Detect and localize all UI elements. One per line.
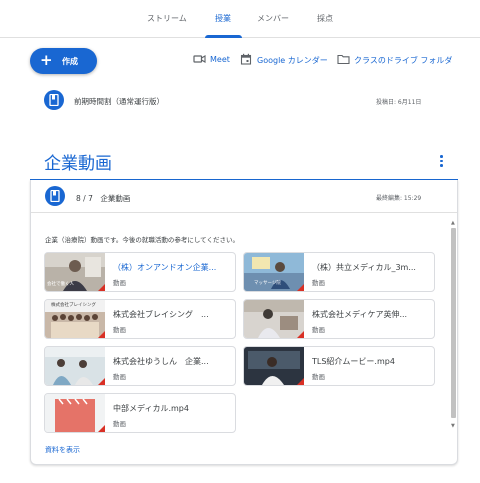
attachment-name: TLS紹介ムービー.mp4 xyxy=(312,357,395,366)
material-edited-time: 最終編集: 15:29 xyxy=(376,195,422,202)
meet-label: Meet xyxy=(210,55,230,64)
attachment-type: 動画 xyxy=(312,279,325,287)
video-thumbnail xyxy=(244,300,304,338)
calendar-icon xyxy=(240,53,252,65)
video-thumbnail: 会社で働く人 xyxy=(45,253,105,291)
material-title: 8 / 7 企業動画 xyxy=(76,194,131,203)
topic-title: 企業動画 xyxy=(44,154,112,174)
tab-grades[interactable]: 採点 xyxy=(317,13,333,24)
assignment-title[interactable]: 前期時間割（通常運行版） xyxy=(74,96,164,107)
more-vert-icon[interactable] xyxy=(436,154,446,168)
material-card-header[interactable]: 8 / 7 企業動画 最終編集: 15:29 xyxy=(31,180,457,213)
attachment-type: 動画 xyxy=(312,326,325,334)
plus-icon: + xyxy=(40,51,53,69)
attachment-video[interactable]: マッサージ院 （株）共立メディカル_3m... 動画 xyxy=(243,252,435,292)
attachment-video[interactable]: 株式会社ゆうしん 企業... 動画 xyxy=(44,346,236,386)
folder-icon xyxy=(337,54,350,65)
attachment-type: 動画 xyxy=(113,279,126,287)
attachment-video[interactable]: TLS紹介ムービー.mp4 動画 xyxy=(243,346,435,386)
tab-classwork[interactable]: 授業 xyxy=(215,13,231,24)
drive-folder-label: クラスのドライブ フォルダ xyxy=(354,56,453,65)
active-tab-indicator xyxy=(205,35,242,38)
material-description: 企業（治療院）動画です。今後の就職活動の参考にしてください。 xyxy=(45,236,239,244)
attachment-type: 動画 xyxy=(113,373,126,381)
class-drive-folder-link[interactable]: クラスのドライブ フォルダ xyxy=(337,53,459,67)
attachment-video[interactable]: 株式会社ブレイシング 株式会社ブレイシング ... 動画 xyxy=(44,299,236,339)
attachment-video[interactable]: 会社で働く人 （株）オンアンドオン企業... 動画 xyxy=(44,252,236,292)
google-calendar-link[interactable]: Google カレンダー xyxy=(240,53,330,67)
attachment-type: 動画 xyxy=(312,373,325,381)
calendar-label: Google カレンダー xyxy=(257,56,328,65)
attachment-video[interactable]: 中部メディカル.mp4 動画 xyxy=(44,393,236,433)
attachment-name: （株）オンアンドオン企業... xyxy=(113,263,217,272)
attachment-name: 中部メディカル.mp4 xyxy=(113,404,189,413)
scrollbar-thumb[interactable] xyxy=(451,228,456,418)
assignment-posted-date: 投稿日: 6月11日 xyxy=(376,99,422,106)
video-thumbnail xyxy=(45,347,105,385)
attachment-name: （株）共立メディカル_3m... xyxy=(312,263,416,272)
tab-people[interactable]: メンバー xyxy=(257,13,289,24)
attachment-video[interactable]: 株式会社メディケア英伸... 動画 xyxy=(243,299,435,339)
thumbnail-caption: 株式会社ブレイシング xyxy=(51,303,96,308)
top-navigation: ストリーム 授業 メンバー 採点 xyxy=(0,0,480,38)
material-card: 8 / 7 企業動画 最終編集: 15:29 企業（治療院）動画です。今後の就職… xyxy=(30,180,458,465)
view-material-link[interactable]: 資料を表示 xyxy=(45,445,80,455)
material-icon xyxy=(44,90,64,110)
video-thumbnail: マッサージ院 xyxy=(244,253,304,291)
video-file-icon xyxy=(45,394,105,432)
attachment-name: 株式会社ゆうしん 企業... xyxy=(113,357,209,366)
video-camera-icon xyxy=(193,55,206,63)
attachment-name: 株式会社メディケア英伸... xyxy=(312,310,408,319)
attachment-type: 動画 xyxy=(113,326,126,334)
thumbnail-caption: 会社で働く人 xyxy=(47,282,74,287)
attachment-name: 株式会社ブレイシング ... xyxy=(113,310,209,319)
tab-stream[interactable]: ストリーム xyxy=(147,13,187,24)
video-file-thumbnail xyxy=(45,394,105,432)
video-thumbnail: 株式会社ブレイシング xyxy=(45,300,105,338)
material-icon xyxy=(45,186,65,206)
attachment-type: 動画 xyxy=(113,420,126,428)
scroll-up-arrow-icon[interactable]: ▲ xyxy=(451,220,455,226)
video-thumbnail xyxy=(244,347,304,385)
thumbnail-caption: マッサージ院 xyxy=(254,281,281,286)
create-button[interactable]: + 作成 xyxy=(30,48,97,74)
scroll-down-arrow-icon[interactable]: ▼ xyxy=(451,423,455,429)
create-button-label: 作成 xyxy=(62,57,78,66)
meet-link[interactable]: Meet xyxy=(193,53,233,67)
attachments-scrollbar[interactable]: ▲ ▼ xyxy=(449,220,457,434)
